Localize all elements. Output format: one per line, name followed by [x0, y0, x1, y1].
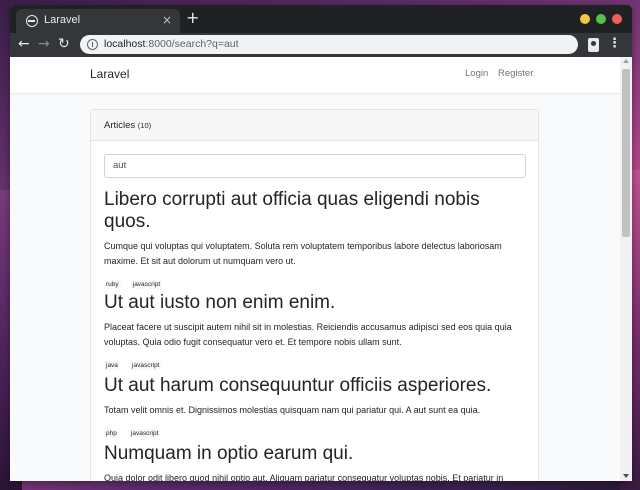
tag[interactable]: ruby — [104, 280, 121, 289]
article-item: Ut aut iusto non enim enim. Placeat face… — [104, 292, 529, 370]
article-title[interactable]: Ut aut iusto non enim enim. — [104, 292, 529, 314]
article-count: (10) — [137, 121, 152, 130]
page-content: Laravel Login Register Articles (10) aut… — [10, 57, 620, 481]
page-scrollbar[interactable] — [620, 57, 632, 481]
card-title: Articles (10) — [104, 120, 151, 131]
login-link[interactable]: Login — [465, 68, 488, 79]
reload-button[interactable]: ↻ — [58, 36, 70, 52]
card-header: Articles (10) — [91, 110, 538, 141]
browser-window: Laravel × + ← → ↻ localhost:8000/search?… — [10, 5, 632, 481]
back-button[interactable]: ← — [18, 36, 30, 52]
article-body: Cumque qui voluptas qui voluptatem. Solu… — [104, 241, 502, 266]
tag[interactable]: php — [104, 429, 119, 438]
tab-close-icon[interactable]: × — [162, 13, 172, 27]
article-title[interactable]: Numquam in optio earum qui. — [104, 443, 529, 465]
article-item: Numquam in optio earum qui. Quia dolor o… — [104, 443, 529, 481]
menu-icon[interactable]: ⋮ — [608, 36, 621, 51]
article-title[interactable]: Libero corrupti aut officia quas eligend… — [104, 189, 529, 233]
tag-list: php javascript — [104, 420, 529, 438]
new-tab-button[interactable]: + — [186, 8, 199, 27]
search-input[interactable]: aut — [104, 154, 526, 178]
tag-list: ruby javascript — [104, 271, 529, 289]
scroll-thumb[interactable] — [622, 69, 630, 237]
articles-card: Articles (10) aut Libero corrupti aut of… — [90, 109, 539, 481]
close-window-button[interactable] — [612, 14, 622, 24]
article-body: Quia dolor odit libero quod nihil optio … — [104, 473, 504, 481]
scroll-down-arrow-icon[interactable] — [623, 474, 629, 478]
article-title[interactable]: Ut aut harum consequuntur officiis asper… — [104, 375, 529, 397]
tag-list: java javascript — [104, 352, 529, 370]
maximize-button[interactable] — [596, 14, 606, 24]
minimize-button[interactable] — [580, 14, 590, 24]
url-text[interactable]: localhost:8000/search?q=aut — [104, 38, 239, 50]
info-icon[interactable] — [87, 39, 98, 50]
site-navbar: Laravel Login Register — [10, 57, 620, 93]
article-item: Ut aut harum consequuntur officiis asper… — [104, 375, 529, 438]
globe-icon — [26, 15, 38, 27]
article-item: Libero corrupti aut officia quas eligend… — [104, 189, 529, 289]
tag[interactable]: java — [104, 361, 120, 370]
browser-toolbar: ← → ↻ localhost:8000/search?q=aut ⋮ — [10, 33, 632, 57]
card-title-text: Articles — [104, 120, 136, 131]
register-link[interactable]: Register — [498, 68, 533, 79]
extension-icon[interactable] — [588, 38, 599, 52]
url-host: localhost — [104, 38, 146, 50]
forward-button[interactable]: → — [38, 36, 50, 52]
tag[interactable]: javascript — [128, 429, 161, 438]
url-path: :8000/search?q=aut — [145, 38, 239, 50]
article-body: Totam velit omnis et. Dignissimos molest… — [104, 405, 481, 415]
tag[interactable]: javascript — [130, 361, 162, 370]
tab-bar: Laravel × + — [10, 5, 632, 33]
address-bar[interactable]: localhost:8000/search?q=aut — [80, 35, 578, 54]
scroll-up-arrow-icon[interactable] — [623, 59, 629, 63]
tab-title: Laravel — [44, 14, 81, 26]
browser-tab[interactable]: Laravel × — [16, 9, 180, 33]
tag[interactable]: javascript — [130, 280, 163, 289]
brand-link[interactable]: Laravel — [90, 67, 129, 81]
article-body: Placeat facere ut suscipit autem nihil s… — [104, 322, 512, 347]
